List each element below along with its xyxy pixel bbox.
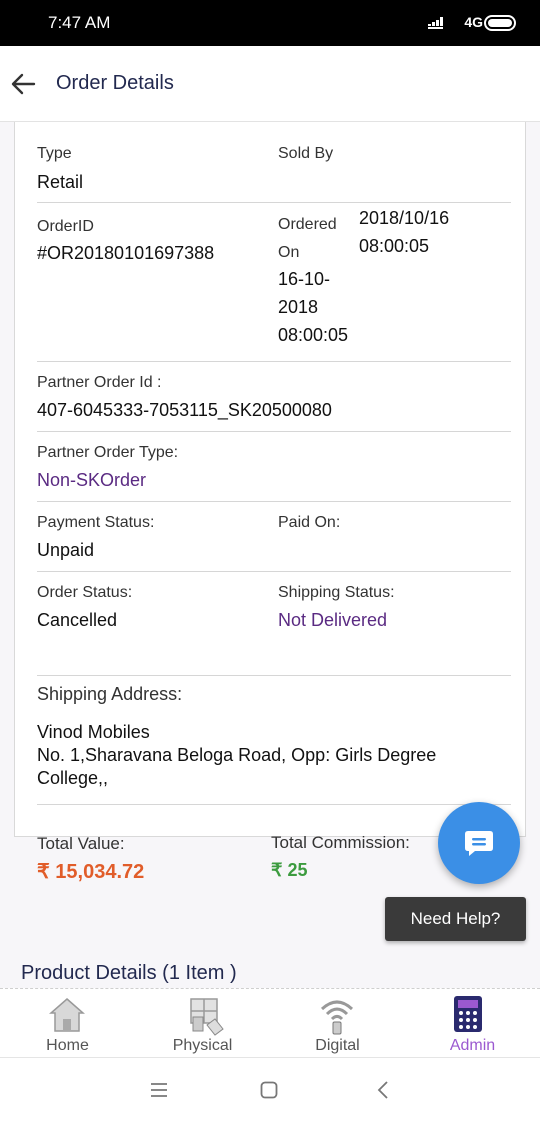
payment-row: Payment Status: Unpaid Paid On: [37, 502, 511, 572]
total-value-label: Total Value: [37, 834, 125, 853]
ordered-on-label-line2: On [278, 244, 300, 261]
menu-icon[interactable] [150, 1082, 168, 1098]
home-icon [49, 998, 85, 1032]
product-details-title[interactable]: Product Details (1 Item ) [21, 962, 237, 985]
bottom-navigation: Home Physical Digital Admin [0, 988, 540, 1058]
payment-status-label: Payment Status: [37, 514, 155, 531]
ordered-on-year-alt: 2018 [278, 297, 319, 317]
partner-order-type-value: Non-SKOrder [37, 470, 147, 490]
partner-order-id-label: Partner Order Id : [37, 374, 162, 391]
type-label: Type [37, 145, 72, 162]
ordered-on-label-line1: Ordered [278, 216, 337, 233]
ordered-on-date-alt: 16-10- [278, 269, 331, 289]
nav-label-physical: Physical [172, 1037, 233, 1054]
order-id-label: OrderID [37, 218, 94, 235]
type-row: Type Retail Sold By [37, 122, 511, 203]
total-value-amount: ₹ 15,034.72 [37, 861, 145, 883]
order-id-value: #OR20180101697388 [37, 243, 215, 263]
partner-order-id-value: 407-6045333-7053115_SK20500080 [37, 400, 332, 420]
network-type: 4G [464, 14, 483, 30]
chat-button[interactable] [438, 802, 520, 884]
shipping-status-value: Not Delivered [278, 610, 388, 630]
order-status-row: Order Status: Cancelled Shipping Status:… [37, 572, 511, 676]
total-commission-amount: ₹ 25 [271, 860, 308, 880]
shipping-address-label: Shipping Address: [37, 684, 183, 704]
nav-item-admin[interactable]: Admin [405, 989, 540, 1059]
status-bar: 7:47 AM 4G [0, 0, 540, 46]
page-title: Order Details [56, 72, 174, 94]
need-help-button[interactable]: Need Help? [385, 897, 526, 941]
partner-order-type-row: Partner Order Type: Non-SKOrder [37, 432, 511, 502]
ordered-on-time-alt: 08:00:05 [278, 325, 349, 345]
nav-label-digital: Digital [315, 1037, 360, 1054]
nav-label-admin: Admin [449, 1037, 496, 1054]
shipping-status-label: Shipping Status: [278, 584, 395, 601]
signal-icon [428, 17, 443, 29]
partner-order-type-label: Partner Order Type: [37, 444, 179, 461]
nav-item-physical[interactable]: Physical [135, 989, 270, 1059]
order-details-card: Type Retail Sold By OrderID #OR201801016… [14, 122, 526, 837]
status-time: 7:47 AM [48, 13, 111, 32]
ordered-on-time: 08:00:05 [359, 236, 430, 256]
battery-icon [484, 15, 516, 31]
nav-item-home[interactable]: Home [0, 989, 135, 1059]
nav-label-home: Home [46, 1037, 89, 1054]
back-chevron-icon[interactable] [376, 1080, 390, 1100]
order-status-label: Order Status: [37, 584, 133, 601]
order-id-row: OrderID #OR20180101697388 Ordered On 201… [37, 203, 511, 362]
shipping-address-row: Shipping Address: Vinod Mobiles No. 1,Sh… [37, 676, 511, 805]
sold-by-label: Sold By [278, 145, 334, 162]
physical-store-icon [190, 998, 224, 1036]
nav-item-digital[interactable]: Digital [270, 989, 405, 1059]
app-bar: Order Details [0, 46, 540, 122]
calculator-icon [454, 996, 482, 1032]
total-commission-label: Total Commission: [271, 833, 410, 852]
digital-wifi-icon [320, 1000, 354, 1035]
partner-order-id-row: Partner Order Id : 407-6045333-7053115_S… [37, 362, 511, 432]
type-value: Retail [37, 172, 84, 192]
home-square-icon[interactable] [260, 1081, 278, 1099]
system-navigation-bar [0, 1058, 540, 1123]
shipping-address-line2: College,, [37, 768, 109, 788]
chat-bubble-icon [465, 831, 493, 856]
payment-status-value: Unpaid [37, 540, 95, 560]
ordered-on-date: 2018/10/16 [359, 208, 450, 228]
shipping-address-name: Vinod Mobiles [37, 722, 150, 742]
back-arrow-icon[interactable] [10, 72, 36, 96]
paid-on-label: Paid On: [278, 514, 341, 531]
shipping-address-line1: No. 1,Sharavana Beloga Road, Opp: Girls … [37, 745, 437, 765]
order-status-value: Cancelled [37, 610, 118, 630]
